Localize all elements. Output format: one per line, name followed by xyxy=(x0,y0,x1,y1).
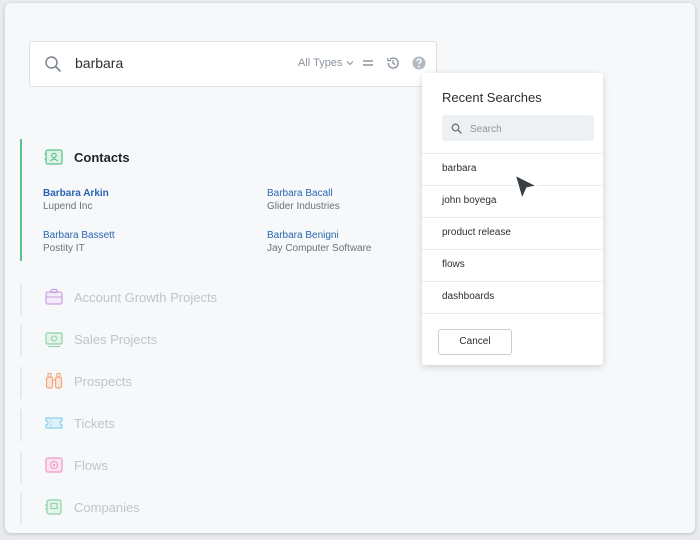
group-accent-bar xyxy=(20,367,22,399)
recent-search-item[interactable]: flows xyxy=(422,249,603,281)
contact-company: Jay Computer Software xyxy=(267,243,372,254)
group-accent-bar xyxy=(20,139,22,261)
building-icon xyxy=(45,499,62,515)
group-accent-bar xyxy=(20,409,22,441)
recent-search-item[interactable]: product release xyxy=(422,217,603,249)
chevron-down-icon xyxy=(347,61,354,66)
contact-result[interactable]: Barbara Bacall Glider Industries xyxy=(267,187,340,213)
search-page: All Types Contacts xyxy=(5,3,695,533)
results-group-tickets[interactable]: Tickets xyxy=(20,409,440,441)
group-title: Sales Projects xyxy=(74,332,158,347)
binoculars-icon xyxy=(45,372,63,389)
search-input[interactable] xyxy=(75,55,255,71)
group-title: Tickets xyxy=(74,416,115,431)
recent-searches-panel: Recent Searches barbara john boyega prod… xyxy=(422,73,603,365)
type-filter-dropdown[interactable]: All Types xyxy=(298,57,354,69)
contact-result[interactable]: Barbara Benigni Jay Computer Software xyxy=(267,229,372,255)
contact-company: Lupend Inc xyxy=(43,201,93,212)
panel-title: Recent Searches xyxy=(442,90,542,105)
help-icon[interactable] xyxy=(411,55,427,71)
recent-search-label: product release xyxy=(442,227,511,238)
group-title: Flows xyxy=(74,458,108,473)
contact-name[interactable]: Barbara Bacall xyxy=(267,187,340,200)
cancel-button[interactable]: Cancel xyxy=(438,329,512,355)
results-group-account-growth-projects[interactable]: Account Growth Projects xyxy=(20,283,440,315)
flow-icon xyxy=(45,457,63,473)
results-group-prospects[interactable]: Prospects xyxy=(20,367,440,399)
group-title: Contacts xyxy=(74,150,130,165)
search-icon xyxy=(451,123,462,134)
contact-company: Postity IT xyxy=(43,243,85,254)
ticket-icon xyxy=(45,417,63,429)
recent-search-input[interactable] xyxy=(468,120,592,138)
contact-name[interactable]: Barbara Bassett xyxy=(43,229,115,242)
recent-search-label: barbara xyxy=(442,163,477,174)
search-icon xyxy=(45,56,61,72)
recent-search-box[interactable] xyxy=(442,115,594,141)
group-title: Account Growth Projects xyxy=(74,290,218,305)
results-group-sales-projects[interactable]: Sales Projects xyxy=(20,325,440,357)
group-accent-bar xyxy=(20,493,22,525)
contact-name[interactable]: Barbara Arkin xyxy=(43,187,109,200)
group-accent-bar xyxy=(20,451,22,483)
contact-result[interactable]: Barbara Arkin Lupend Inc xyxy=(43,187,109,213)
filter-icon[interactable] xyxy=(360,55,376,71)
group-title: Prospects xyxy=(74,374,132,389)
results-group-companies[interactable]: Companies xyxy=(20,493,440,525)
money-icon xyxy=(45,332,63,348)
results-group-contacts: Contacts Barbara Arkin Lupend Inc Barbar… xyxy=(20,139,440,261)
recent-search-item[interactable]: dashboards xyxy=(422,281,603,314)
mouse-cursor-icon xyxy=(514,174,538,200)
briefcase-icon xyxy=(45,288,63,305)
contact-name[interactable]: Barbara Benigni xyxy=(267,229,372,242)
type-filter-label: All Types xyxy=(298,57,343,69)
contact-company: Glider Industries xyxy=(267,201,340,212)
group-accent-bar xyxy=(20,325,22,357)
recent-search-label: john boyega xyxy=(442,195,497,206)
group-accent-bar xyxy=(20,283,22,315)
global-search-bar: All Types xyxy=(29,41,437,87)
results-group-flows[interactable]: Flows xyxy=(20,451,440,483)
group-title: Companies xyxy=(74,500,140,515)
recent-search-label: flows xyxy=(442,259,465,270)
contact-card-icon xyxy=(44,149,63,165)
recent-search-label: dashboards xyxy=(442,291,495,302)
history-icon[interactable] xyxy=(385,55,401,71)
contact-result[interactable]: Barbara Bassett Postity IT xyxy=(43,229,115,255)
